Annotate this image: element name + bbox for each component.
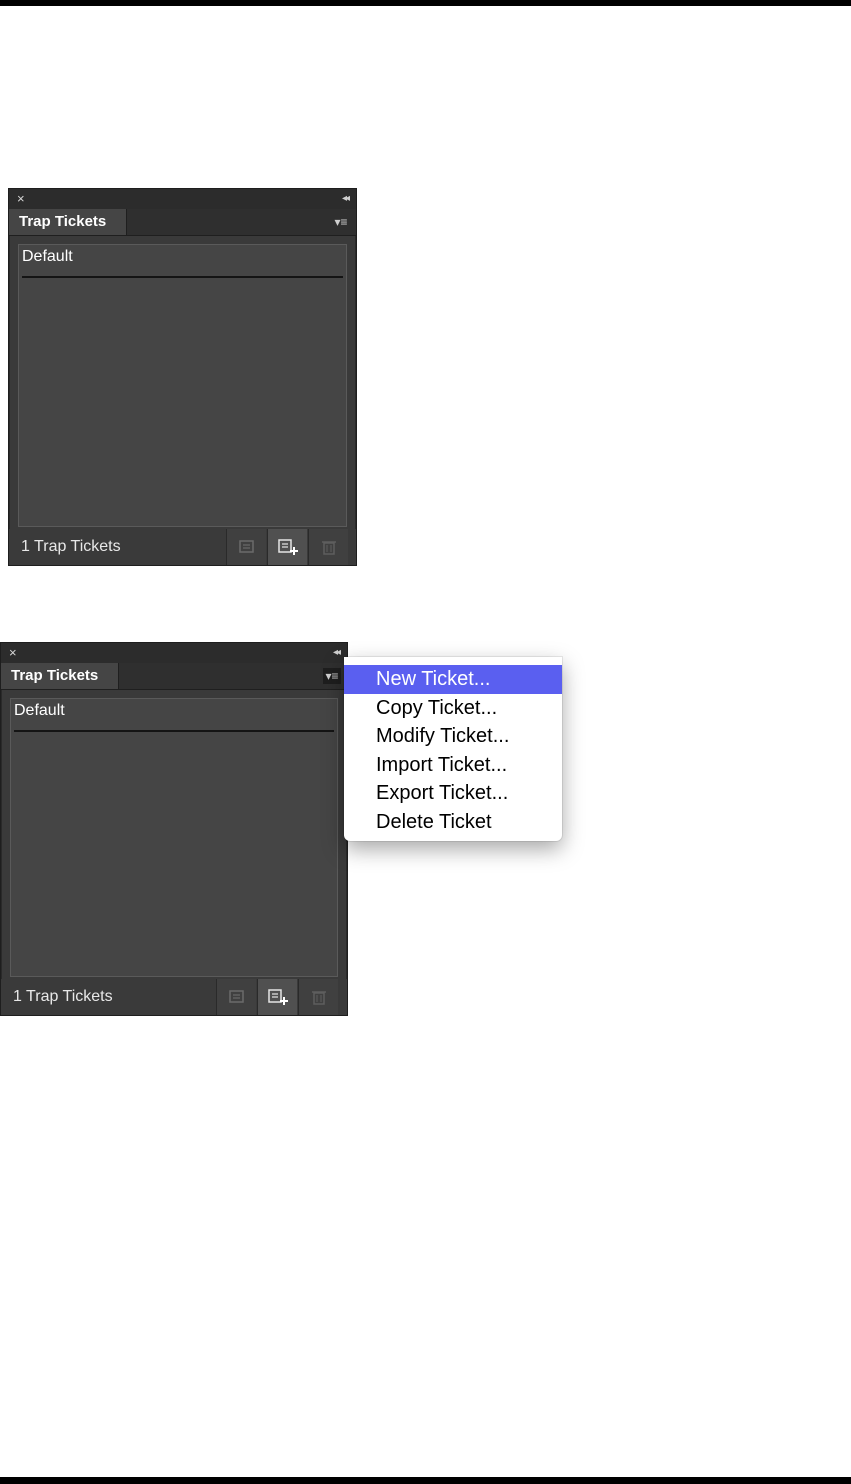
- menu-item-modify-ticket[interactable]: Modify Ticket...: [344, 722, 562, 751]
- panel-titlebar: × ◂◂: [9, 189, 356, 209]
- page-bottom-rule: [0, 1477, 851, 1484]
- menu-item-import-ticket[interactable]: Import Ticket...: [344, 751, 562, 780]
- menu-item-copy-ticket[interactable]: Copy Ticket...: [344, 694, 562, 723]
- list-item[interactable]: Default: [22, 245, 343, 278]
- panel-footer: 1 Trap Tickets: [9, 529, 356, 565]
- new-ticket-button[interactable]: [257, 979, 297, 1015]
- ticket-settings-icon: [228, 990, 244, 1003]
- ticket-settings-button[interactable]: [216, 979, 256, 1015]
- tab-trap-tickets[interactable]: Trap Tickets: [1, 663, 119, 689]
- page-top-rule: [0, 0, 851, 6]
- panel-footer: 1 Trap Tickets: [1, 979, 347, 1015]
- ticket-count: 1 Trap Tickets: [13, 988, 113, 1005]
- new-ticket-icon: [277, 539, 298, 555]
- panel-menu-icon[interactable]: ▾≡: [323, 668, 341, 684]
- ticket-list: Default: [18, 244, 347, 527]
- panel-flyout-menu: New Ticket... Copy Ticket... Modify Tick…: [344, 657, 562, 841]
- new-ticket-icon: [267, 989, 288, 1005]
- ticket-list: Default: [10, 698, 338, 977]
- menu-item-export-ticket[interactable]: Export Ticket...: [344, 779, 562, 808]
- ticket-settings-button[interactable]: [226, 529, 266, 565]
- collapse-icon[interactable]: ◂◂: [342, 193, 350, 205]
- tab-row: Trap Tickets ▾≡: [9, 209, 356, 236]
- new-ticket-button[interactable]: [267, 529, 307, 565]
- trash-icon: [321, 541, 336, 555]
- menu-item-delete-ticket[interactable]: Delete Ticket: [344, 808, 562, 837]
- tab-trap-tickets[interactable]: Trap Tickets: [9, 209, 127, 235]
- panel-titlebar: × ◂◂: [1, 643, 347, 663]
- menu-item-new-ticket[interactable]: New Ticket...: [344, 665, 562, 694]
- close-icon[interactable]: ×: [9, 646, 17, 660]
- delete-ticket-button[interactable]: [308, 529, 348, 565]
- collapse-icon[interactable]: ◂◂: [333, 647, 341, 659]
- close-icon[interactable]: ×: [17, 192, 25, 206]
- list-item[interactable]: Default: [14, 699, 334, 732]
- trash-icon: [311, 991, 326, 1005]
- trap-tickets-panel: × ◂◂ Trap Tickets ▾≡ Default 1 Trap Tick…: [8, 188, 357, 566]
- ticket-count: 1 Trap Tickets: [21, 538, 121, 555]
- ticket-settings-icon: [238, 540, 254, 553]
- tab-row: Trap Tickets ▾≡: [1, 663, 347, 690]
- trap-tickets-panel-with-menu: × ◂◂ Trap Tickets ▾≡ Default 1 Trap Tick…: [0, 642, 348, 1016]
- delete-ticket-button[interactable]: [298, 979, 338, 1015]
- panel-menu-icon[interactable]: ▾≡: [332, 214, 350, 230]
